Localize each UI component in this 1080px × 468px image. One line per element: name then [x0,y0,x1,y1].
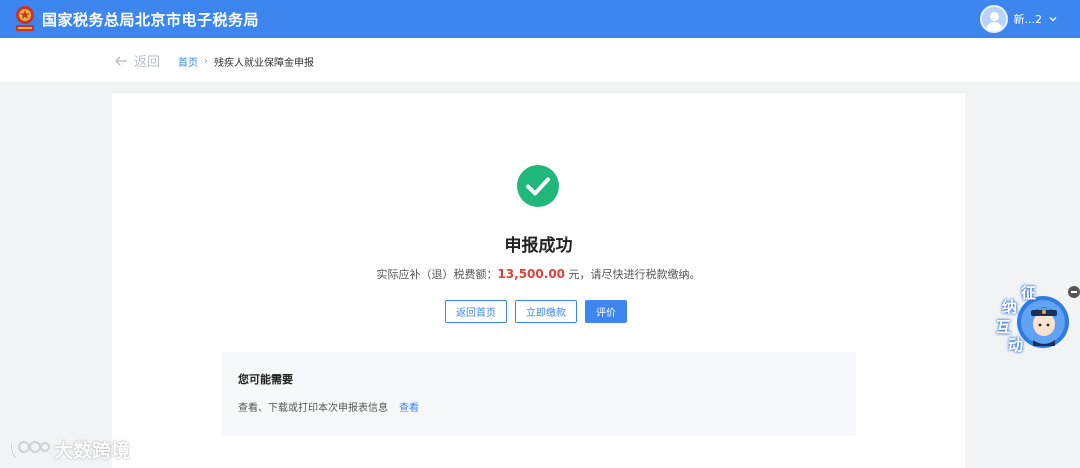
breadcrumb: 首页 › 残疾人就业保障金申报 [178,54,314,69]
breadcrumb-home-link[interactable]: 首页 [178,54,198,69]
view-report-link[interactable]: 查看 [399,399,419,414]
may-need-text: 查看、下载或打印本次申报表信息 [238,403,388,414]
watermark-logo-icon [10,440,50,459]
rate-button[interactable]: 评价 [585,300,627,323]
tax-emblem-icon [16,6,34,31]
breadcrumb-current: 残疾人就业保障金申报 [214,58,314,69]
arrow-left-icon [115,56,127,65]
back-label: 返回 [134,55,161,70]
result-desc-suffix: 元，请尽快进行税款缴纳。 [565,268,701,281]
back-home-button[interactable]: 返回首页 [445,300,507,323]
may-need-title: 您可能需要 [238,373,293,386]
result-title: 申报成功 [504,236,573,256]
result-description: 实际应补（退）税费额：13,500.00 元，请尽快进行税款缴纳。 [112,266,965,282]
widget-close-button[interactable] [1068,286,1080,298]
result-desc-prefix: 实际应补（退）税费额： [376,268,498,281]
check-circle-icon [517,165,559,207]
top-bar: 国家税务总局北京市电子税务局 新...2 [0,0,1080,38]
watermark-text: 大数跨境 [54,440,131,462]
avatar-icon [979,5,1008,33]
breadcrumb-bar: 返回 首页 › 残疾人就业保障金申报 [0,38,1080,82]
chevron-down-icon [1049,17,1057,22]
result-amount: 13,500.00 [497,267,566,281]
action-buttons: 返回首页 立即缴款 评价 [445,300,627,323]
widget-char-na: 纳 [1002,298,1018,316]
back-button[interactable]: 返回 [114,51,160,70]
interaction-widget[interactable]: 征 纳 互 动 [994,282,1072,358]
widget-char-zheng: 征 [1021,284,1037,302]
breadcrumb-separator: › [204,56,208,67]
watermark: 大数跨境 [8,436,130,463]
pay-now-button[interactable]: 立即缴款 [515,300,577,323]
user-name: 新...2 [1013,13,1043,26]
may-need-panel: 您可能需要 查看、下载或打印本次申报表信息 查看 [222,352,856,436]
site-title: 国家税务总局北京市电子税务局 [42,11,260,29]
user-menu[interactable]: 新...2 [979,5,1059,33]
result-card: 申报成功 实际应补（退）税费额：13,500.00 元，请尽快进行税款缴纳。 返… [112,93,965,468]
widget-char-dong: 动 [1008,336,1024,354]
